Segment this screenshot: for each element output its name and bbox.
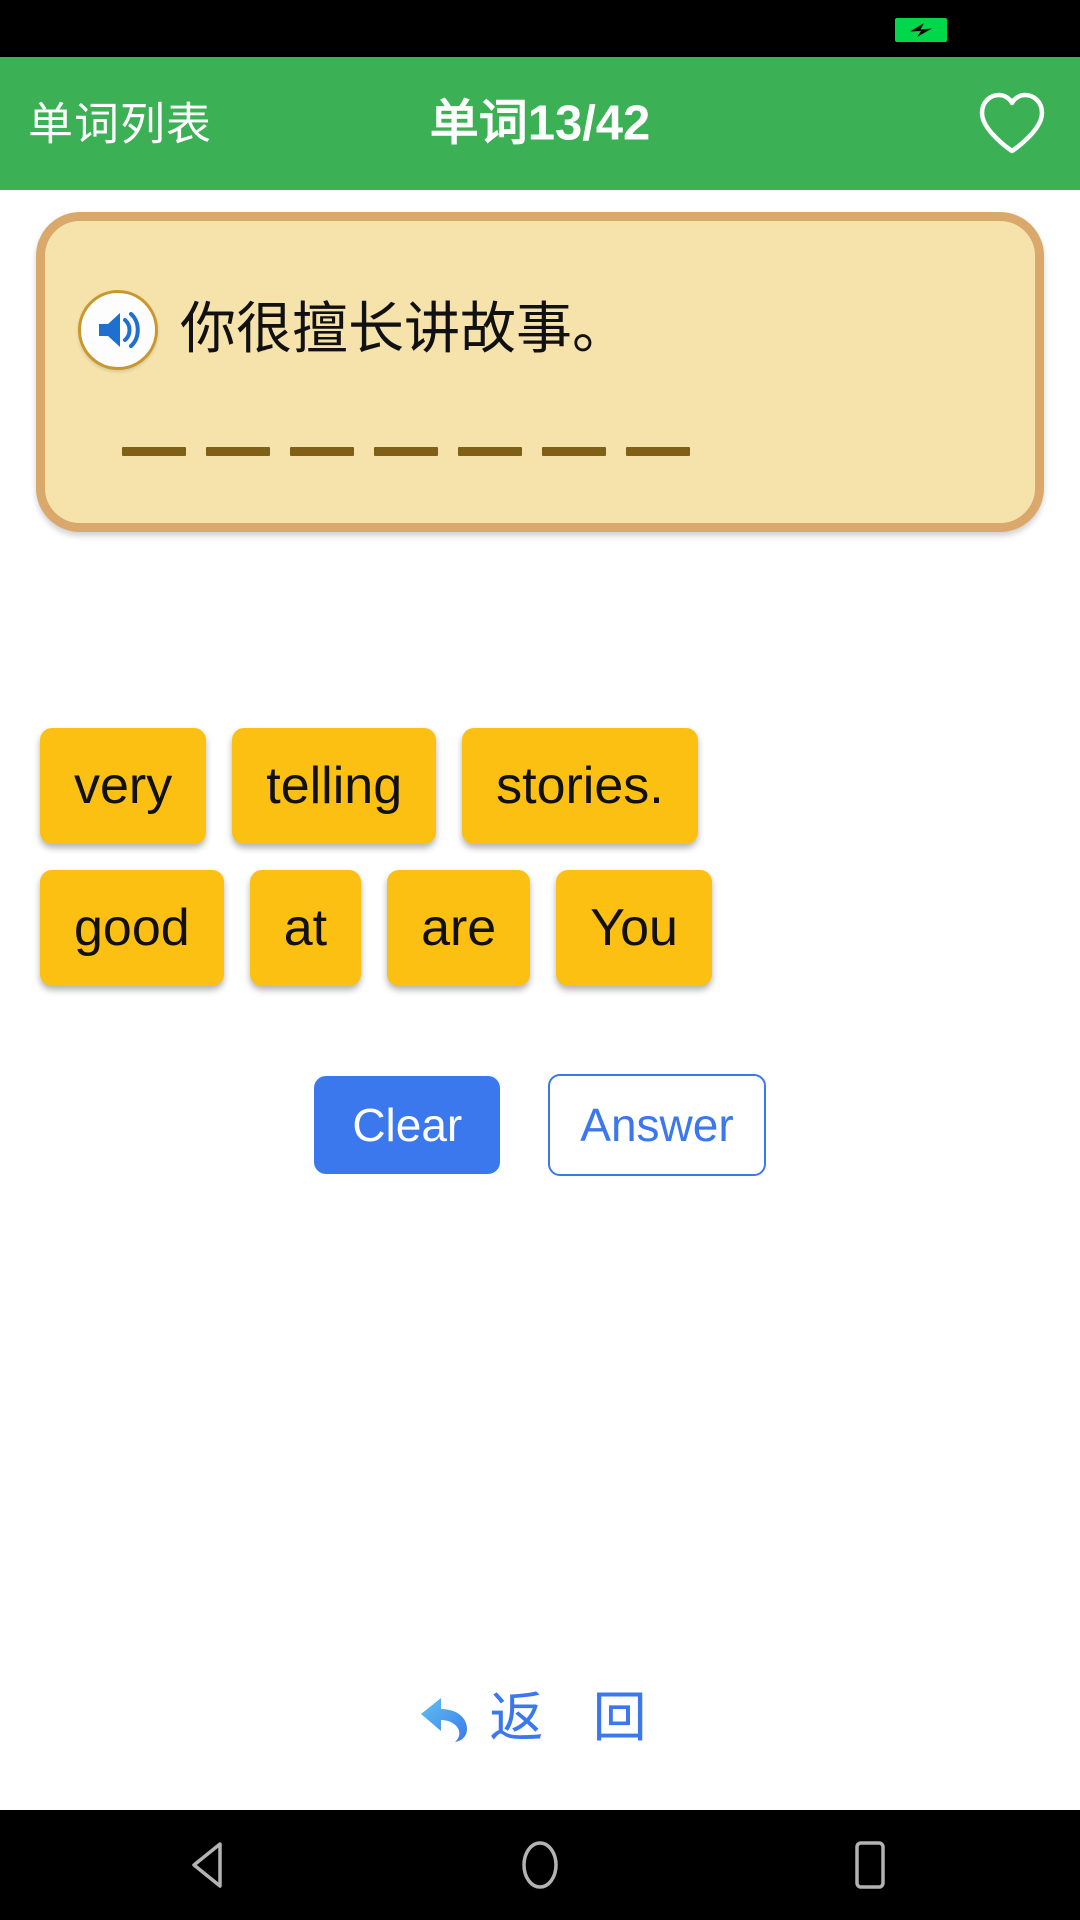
sentence-row: 你很擅长讲故事。 xyxy=(78,290,628,370)
blank-dash xyxy=(206,447,270,456)
blank-dash xyxy=(374,447,438,456)
card-content: 你很擅长讲故事。 xyxy=(36,212,1044,532)
blank-dash xyxy=(458,447,522,456)
app-bar: 单词列表 单词13/42 xyxy=(0,57,1080,190)
word-tile[interactable]: stories. xyxy=(462,728,698,844)
page-title: 单词13/42 xyxy=(429,96,651,150)
word-tile[interactable]: You xyxy=(556,870,712,986)
question-card: 你很擅长讲故事。 xyxy=(36,212,1044,532)
answer-button[interactable]: Answer xyxy=(548,1074,766,1176)
word-tile[interactable]: telling xyxy=(232,728,437,844)
action-button-row: Clear Answer xyxy=(0,1074,1080,1176)
word-tile[interactable]: good xyxy=(40,870,224,986)
return-label: 返 回 xyxy=(489,1686,663,1749)
question-sentence: 你很擅长讲故事。 xyxy=(180,297,628,362)
status-bar xyxy=(0,0,1080,57)
android-nav-bar xyxy=(0,1810,1080,1920)
undo-arrow-icon xyxy=(417,1690,475,1746)
return-link[interactable]: 返 回 xyxy=(0,1690,1080,1746)
nav-back-triangle-icon[interactable] xyxy=(165,1820,255,1910)
blank-dash xyxy=(626,447,690,456)
app-screen: 单词列表 单词13/42 你很擅长讲故事。 very telling stori… xyxy=(0,0,1080,1920)
word-tile[interactable]: very xyxy=(40,728,207,844)
word-tile[interactable]: are xyxy=(387,870,531,986)
heart-outline-icon[interactable] xyxy=(974,86,1050,162)
answer-blanks xyxy=(122,447,690,456)
blank-dash xyxy=(290,447,354,456)
word-tile[interactable]: at xyxy=(249,870,362,986)
word-list-back-button[interactable]: 单词列表 xyxy=(28,101,212,146)
battery-charging-icon xyxy=(895,18,947,42)
blank-dash xyxy=(542,447,606,456)
blank-dash xyxy=(122,447,186,456)
nav-recents-square-icon[interactable] xyxy=(825,1820,915,1910)
nav-home-circle-icon[interactable] xyxy=(495,1820,585,1910)
speaker-volume-icon[interactable] xyxy=(78,290,158,370)
word-tile-row: good at are You xyxy=(40,870,1040,986)
word-tile-group: very telling stories. good at are You xyxy=(40,728,1040,1012)
clear-button[interactable]: Clear xyxy=(314,1076,501,1174)
word-tile-row: very telling stories. xyxy=(40,728,1040,844)
